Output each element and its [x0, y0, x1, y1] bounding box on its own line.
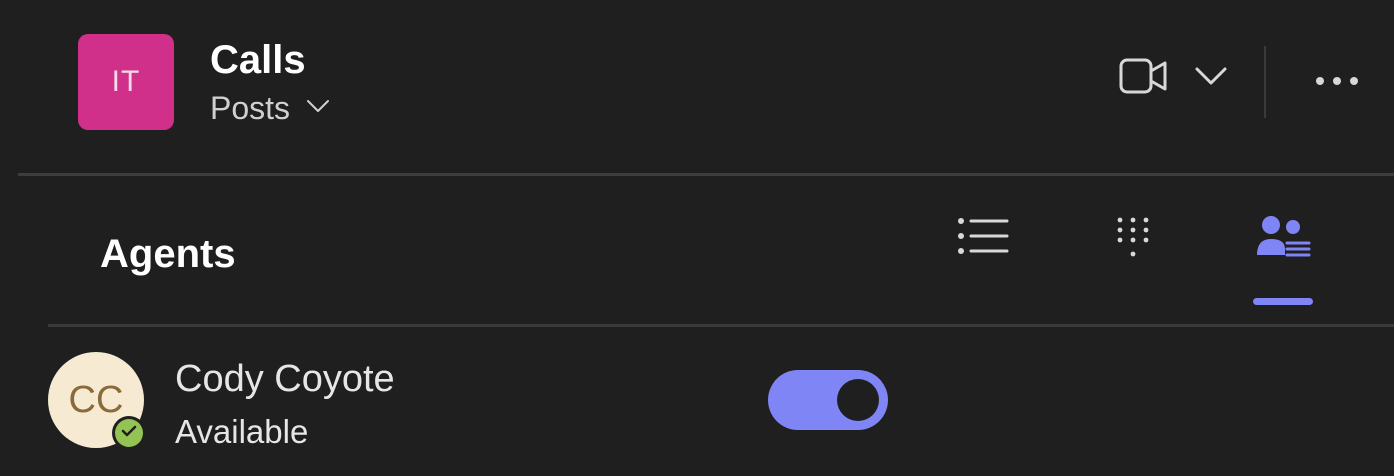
list-icon [957, 216, 1009, 261]
avatar-initials: CC [68, 378, 124, 421]
team-initials: IT [111, 65, 141, 98]
checkmark-icon [121, 424, 137, 443]
tab-call-history[interactable] [943, 208, 1023, 268]
presence-badge [112, 416, 146, 450]
tab-dialpad[interactable] [1093, 210, 1173, 270]
posts-tab-label: Posts [210, 90, 291, 126]
agent-name: Cody Coyote [175, 358, 395, 400]
video-call-button[interactable] [1118, 56, 1228, 101]
section-title: Agents [100, 232, 236, 276]
chevron-down-icon [306, 98, 330, 119]
agent-status: Available [175, 413, 309, 450]
channel-title: Calls [210, 38, 306, 82]
chevron-down-icon[interactable] [1194, 65, 1228, 92]
section-divider [48, 324, 1394, 327]
video-camera-icon [1118, 56, 1170, 101]
more-options-icon [1315, 73, 1359, 91]
more-options-button[interactable] [1310, 62, 1364, 102]
toggle-knob [837, 379, 879, 421]
header-divider-line [18, 173, 1394, 176]
team-avatar[interactable]: IT [78, 34, 174, 130]
agents-icon [1255, 215, 1311, 266]
tab-agents[interactable] [1243, 210, 1323, 270]
active-tab-indicator [1253, 298, 1313, 305]
agent-opt-in-toggle[interactable] [768, 370, 888, 430]
header-divider [1264, 46, 1266, 118]
posts-tab-dropdown[interactable]: Posts [210, 88, 330, 128]
dialpad-icon [1115, 216, 1151, 265]
